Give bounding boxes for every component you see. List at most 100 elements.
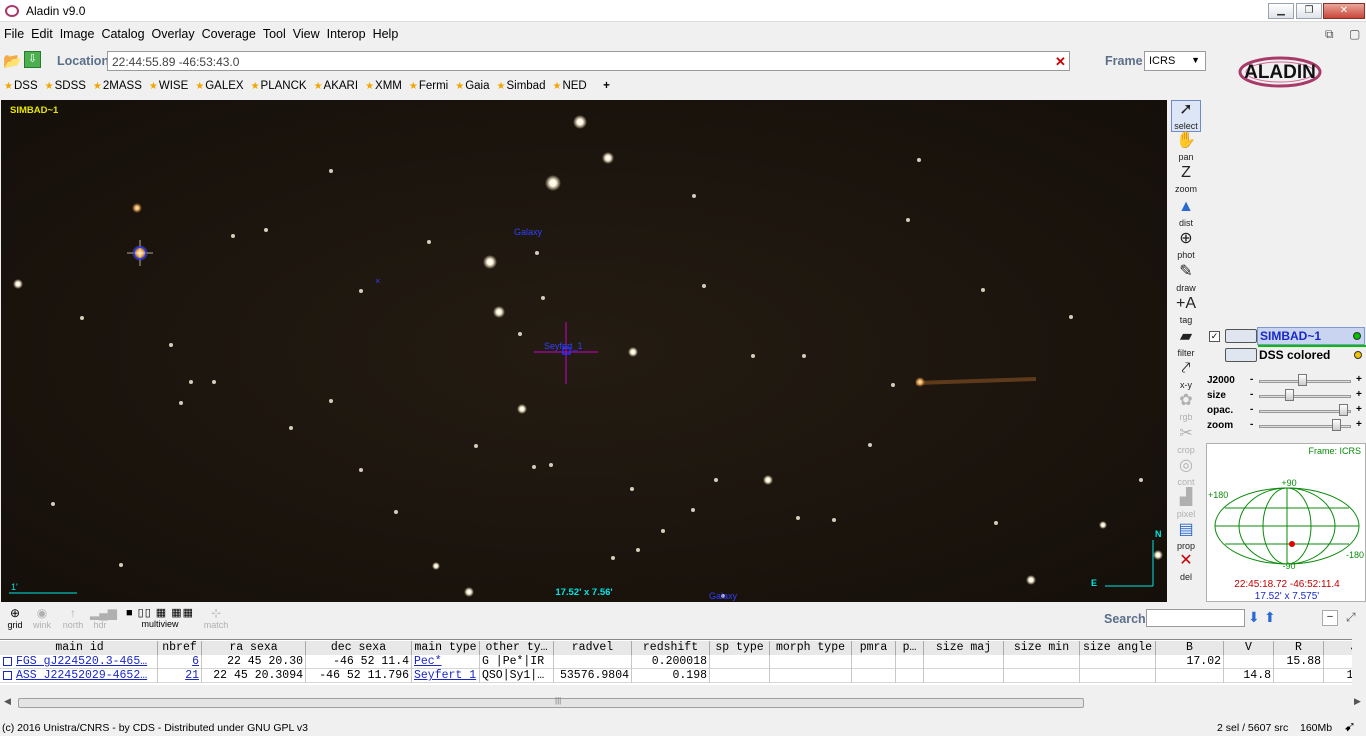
column-header[interactable]: radvel [554,641,632,655]
table-row[interactable]: FGS gJ224520.3-465… 6 22 45 20.30 -46 52 11… [0,655,1352,669]
search-up-icon[interactable]: ⬆ [1264,609,1276,626]
tool-select[interactable]: ➚ select [1171,100,1201,132]
tool-pixel[interactable]: ▟ pixel [1171,489,1201,521]
scroll-left-icon[interactable]: ◀ [4,696,11,707]
table-cell[interactable]: FGS gJ224520.3-465… [14,655,158,669]
menu-edit[interactable]: Edit [27,23,56,41]
restore-panel-icon[interactable]: ⧉ [1325,27,1334,42]
minus-icon[interactable]: - [1250,419,1253,430]
survey-dss[interactable]: ★DSS [4,80,38,92]
survey-akari[interactable]: ★AKARI [314,80,358,92]
slider-j2000[interactable]: J2000 - + [1205,374,1366,388]
table-cell[interactable]: 21 [158,669,202,683]
minus-icon[interactable]: - [1250,374,1253,385]
menu-catalog[interactable]: Catalog [97,23,147,41]
plus-icon[interactable]: + [1356,374,1362,385]
table-cell[interactable]: ASS J22452029-4652… [14,669,158,683]
table-cell[interactable]: Seyfert 1 [412,669,480,683]
table-row[interactable]: ASS J22452029-4652… 21 22 45 20.3094 -46 52… [0,669,1352,683]
sky-view[interactable]: Galaxy Seyfert_1 Galaxy × SIMBAD~1 1' 17… [1,100,1167,602]
detach-panel-icon[interactable]: ▢ [1349,27,1360,41]
search-down-icon[interactable]: ⬇ [1248,609,1260,626]
survey-2mass[interactable]: ★2MASS [93,80,142,92]
scroll-right-icon[interactable]: ▶ [1354,696,1361,707]
tool-del[interactable]: ✕ del [1171,552,1201,584]
tool-phot[interactable]: ⊕ phot [1171,230,1201,262]
wink-button[interactable]: ◉ wink [30,606,54,630]
column-header[interactable]: size angle [1080,641,1156,655]
column-header[interactable]: V [1224,641,1274,655]
menu-image[interactable]: Image [56,23,98,41]
slider-track[interactable] [1259,395,1351,398]
grid-button[interactable]: ⊕ grid [4,606,26,630]
multiview-button[interactable]: ■ ▯▯ ▦ ▦▦ multiview [116,606,204,629]
detach-table-icon[interactable]: ⤢ [1346,610,1356,625]
column-header[interactable]: nbref [158,641,202,655]
tool-crop[interactable]: ✂ crop [1171,425,1201,457]
tool-xy[interactable]: ⤤ x-y [1171,360,1201,392]
load-icon[interactable]: ⇩ [24,51,41,68]
slider-track[interactable] [1259,410,1351,413]
minimize-table-icon[interactable]: – [1322,610,1338,626]
north-button[interactable]: ↑ north [60,606,86,630]
table-cell[interactable]: Pec* [412,655,480,669]
search-input[interactable] [1146,609,1245,627]
column-header[interactable]: B [1156,641,1224,655]
location-input[interactable]: 22:44:55.89 -46:53:43.0 [107,51,1070,71]
hdr-button[interactable]: ▂▄▆ hdr [90,606,117,630]
column-header[interactable]: p… [896,641,924,655]
menu-interop[interactable]: Interop [323,23,369,41]
survey-wise[interactable]: ★WISE [149,80,188,92]
minus-icon[interactable]: - [1250,389,1253,400]
tool-cont[interactable]: ◎ cont [1171,457,1201,489]
survey-ned[interactable]: ★NED [552,80,586,92]
open-folder-icon[interactable]: 📂 [3,52,22,70]
column-header[interactable]: dec sexa [306,641,412,655]
slider-opac[interactable]: opac. - + [1205,404,1366,418]
survey-xmm[interactable]: ★XMM [365,80,402,92]
tool-filter[interactable]: ▰ filter [1171,328,1201,360]
table-cell[interactable]: 6 [158,655,202,669]
survey-galex[interactable]: ★GALEX [195,80,243,92]
column-header[interactable]: other ty… [480,641,554,655]
column-header[interactable]: R [1274,641,1324,655]
slider-knob[interactable] [1338,404,1348,416]
column-header[interactable]: ra sexa [202,641,306,655]
clear-location-icon[interactable]: ✕ [1055,54,1066,70]
slider-zoom[interactable]: zoom - + [1205,419,1366,433]
menu-view[interactable]: View [289,23,323,41]
add-survey-button[interactable]: + [603,80,610,92]
tool-pan[interactable]: ✋ pan [1171,132,1201,164]
menu-file[interactable]: File [0,23,27,41]
minus-icon[interactable]: - [1250,404,1253,415]
survey-sdss[interactable]: ★SDSS [45,80,86,92]
menu-coverage[interactable]: Coverage [198,23,259,41]
plus-icon[interactable]: + [1356,404,1362,415]
tool-zoom[interactable]: Zzoom [1171,164,1201,196]
plane-simbad[interactable]: SIMBAD~1 [1257,327,1366,347]
column-header[interactable]: main id [2,641,158,655]
menu-tool[interactable]: Tool [259,23,289,41]
close-button[interactable]: ✕ [1323,3,1365,19]
survey-simbad[interactable]: ★Simbad [497,80,546,92]
row-checkbox[interactable] [3,671,12,680]
column-header[interactable]: J [1324,641,1352,655]
tool-dist[interactable]: ▲ dist [1171,198,1201,230]
match-button[interactable]: ⊹ match [200,606,232,630]
survey-gaia[interactable]: ★Gaia [455,80,489,92]
column-header[interactable]: size maj [924,641,1004,655]
column-header[interactable]: sp type [710,641,770,655]
slider-size[interactable]: size - + [1205,389,1366,403]
plane-visible-checkbox[interactable]: ✓ [1209,331,1220,342]
column-header[interactable]: size min [1004,641,1080,655]
slider-knob[interactable] [1332,419,1342,431]
slider-knob[interactable] [1297,374,1307,386]
sky-minimap[interactable]: Frame: ICRS +90 -90 +180 -180 22:45:18.7… [1206,443,1366,602]
row-checkbox[interactable] [3,657,12,666]
column-header[interactable]: main type [412,641,480,655]
slider-knob[interactable] [1284,389,1294,401]
minimize-button[interactable]: ▁ [1268,3,1294,19]
maximize-button[interactable]: ❐ [1296,3,1322,19]
tool-tag[interactable]: +A tag [1171,295,1201,327]
frame-select[interactable]: ICRS ▼ [1144,51,1206,71]
